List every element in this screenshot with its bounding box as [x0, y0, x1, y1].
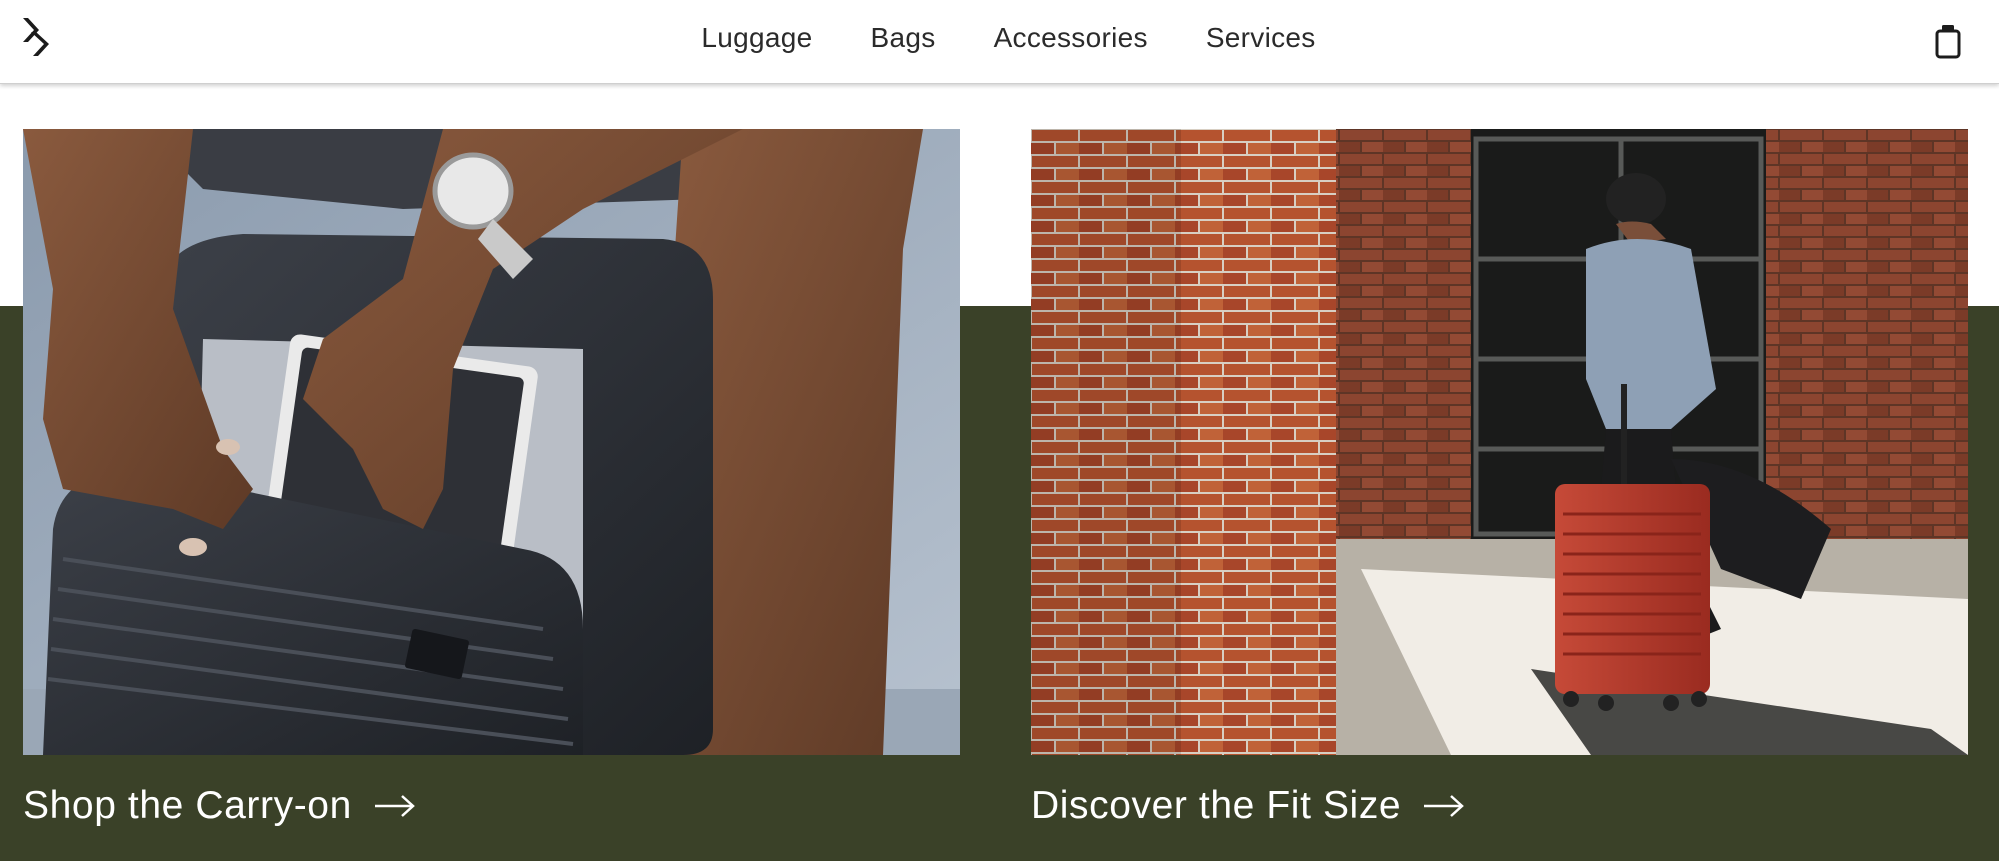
cta-label: Shop the Carry-on	[23, 784, 352, 827]
promo-image-fit-size[interactable]	[1031, 129, 1968, 755]
fit-size-photo	[1031, 129, 1968, 755]
site-header: Luggage Bags Accessories Services	[0, 0, 1999, 84]
main-nav: Luggage Bags Accessories Services	[0, 0, 1999, 76]
discover-fit-size-link[interactable]: Discover the Fit Size	[1031, 784, 1465, 828]
cta-label: Discover the Fit Size	[1031, 784, 1402, 827]
nav-item-luggage[interactable]: Luggage	[701, 22, 812, 54]
nav-item-services[interactable]: Services	[1206, 22, 1316, 54]
shop-carry-on-link[interactable]: Shop the Carry-on	[23, 784, 416, 828]
carry-on-photo	[23, 129, 960, 755]
arrow-right-icon	[374, 795, 415, 817]
arrow-right-icon	[1424, 795, 1465, 817]
nav-item-accessories[interactable]: Accessories	[994, 22, 1148, 54]
shopping-bag-icon[interactable]	[1935, 23, 1961, 59]
nav-item-bags[interactable]: Bags	[871, 22, 936, 54]
promo-image-carry-on[interactable]	[23, 129, 960, 755]
